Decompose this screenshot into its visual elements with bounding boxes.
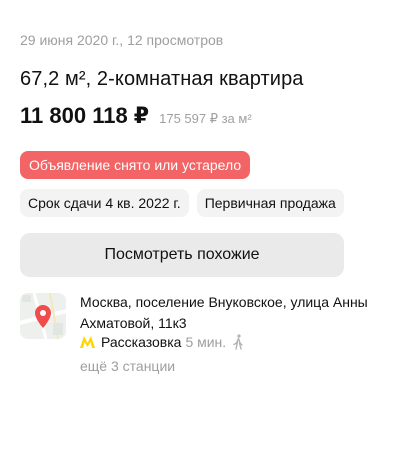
- price: 11 800 118 ₽: [20, 103, 150, 128]
- see-similar-button[interactable]: Посмотреть похожие: [20, 233, 344, 277]
- metro-walk-time: 5 мин.: [185, 334, 227, 350]
- listing-title: 67,2 м², 2-комнатная квартира: [20, 68, 304, 90]
- tags-row: Срок сдачи 4 кв. 2022 г. Первичная прода…: [20, 189, 344, 217]
- status-badge: Объявление снято или устарело: [20, 151, 251, 179]
- price-row: 11 800 118 ₽ 175 597 ₽ за м²: [20, 103, 252, 129]
- tag-completion-date: Срок сдачи 4 кв. 2022 г.: [20, 189, 189, 217]
- price-per-sqm: 175 597 ₽ за м²: [159, 111, 252, 126]
- map-pin-icon[interactable]: [20, 293, 66, 339]
- walking-person-icon: [233, 334, 243, 350]
- address: Москва, поселение Внуковское, улица Анны…: [80, 294, 368, 331]
- tag-primary-sale: Первичная продажа: [196, 189, 344, 217]
- listing-meta: 29 июня 2020 г., 12 просмотров: [20, 32, 224, 48]
- metro-station-name: Рассказовка: [101, 334, 182, 350]
- metro-station: Рассказовка 5 мин.: [80, 334, 244, 350]
- more-stations-link[interactable]: ещё 3 станции: [80, 358, 175, 374]
- metro-m-icon: [80, 336, 95, 348]
